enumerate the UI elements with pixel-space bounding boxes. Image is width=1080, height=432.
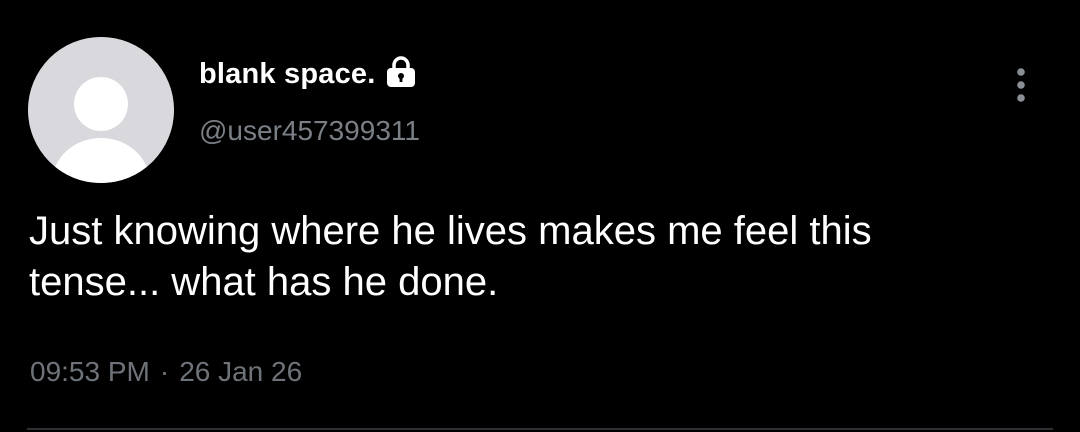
user-name-row: blank space. — [199, 54, 418, 94]
more-vertical-icon — [1017, 68, 1025, 102]
tweet-text: Just knowing where he lives makes me fee… — [29, 209, 872, 304]
tweet-timestamp: 09:53 PM · 26 Jan 26 — [30, 356, 302, 388]
display-name[interactable]: blank space. — [199, 58, 376, 91]
more-options-button[interactable] — [1003, 62, 1039, 108]
avatar[interactable] — [28, 37, 174, 183]
user-handle[interactable]: @user457399311 — [199, 115, 420, 147]
meta-separator: · — [159, 356, 170, 387]
default-user-avatar-icon — [28, 37, 174, 183]
tweet-date: 26 Jan 26 — [179, 356, 303, 387]
divider — [27, 428, 1053, 430]
tweet-time: 09:53 PM — [30, 356, 150, 387]
lock-icon — [384, 56, 418, 88]
